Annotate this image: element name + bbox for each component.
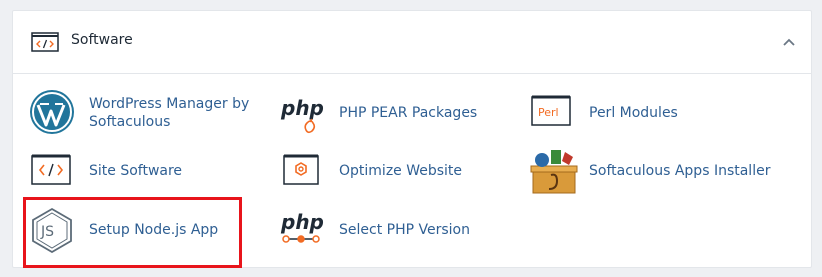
item-label: Setup Node.js App xyxy=(89,222,219,238)
optimize-gear-icon xyxy=(279,153,329,203)
item-label: Select PHP Version xyxy=(339,222,470,238)
nodejs-icon: JS xyxy=(29,207,79,257)
item-label: Softaculous Apps Installer xyxy=(589,163,771,179)
item-softaculous-apps-installer[interactable]: Softaculous Apps Installer xyxy=(529,147,789,203)
wordpress-icon xyxy=(29,89,79,139)
item-optimize-website[interactable]: Optimize Website xyxy=(279,153,509,209)
item-label-line2: Softaculous xyxy=(89,114,171,130)
php-text: php xyxy=(280,210,324,234)
item-site-software[interactable]: Site Software xyxy=(29,153,259,209)
panel-title: Software xyxy=(71,32,133,48)
php-text: php xyxy=(280,96,324,120)
nodejs-text: JS xyxy=(40,224,54,240)
item-label: WordPress Manager by xyxy=(89,96,250,112)
softaculous-icon xyxy=(529,147,579,197)
panel-header[interactable]: Software xyxy=(13,11,811,74)
php-version-icon: php xyxy=(279,207,329,257)
chevron-up-icon[interactable] xyxy=(779,33,799,53)
perl-icon: Perl xyxy=(529,95,579,145)
perl-text: Perl xyxy=(538,106,559,119)
software-panel: Software WordPress Manager by Softaculou… xyxy=(12,10,812,268)
php-pear-icon: php xyxy=(279,95,329,145)
item-label: PHP PEAR Packages xyxy=(339,105,478,121)
code-brackets-icon xyxy=(29,153,79,203)
item-select-php-version[interactable]: php Select PHP Version xyxy=(279,207,509,263)
item-label: Site Software xyxy=(89,163,183,179)
item-perl-modules[interactable]: Perl Perl Modules xyxy=(529,95,759,151)
item-php-pear-packages[interactable]: php PHP PEAR Packages xyxy=(279,95,509,151)
code-brackets-icon xyxy=(31,32,59,52)
item-wordpress-manager[interactable]: WordPress Manager by Softaculous xyxy=(29,89,259,145)
item-label: Perl Modules xyxy=(589,105,678,121)
item-setup-nodejs-app[interactable]: JS Setup Node.js App xyxy=(29,207,239,263)
item-label: Optimize Website xyxy=(339,163,463,179)
